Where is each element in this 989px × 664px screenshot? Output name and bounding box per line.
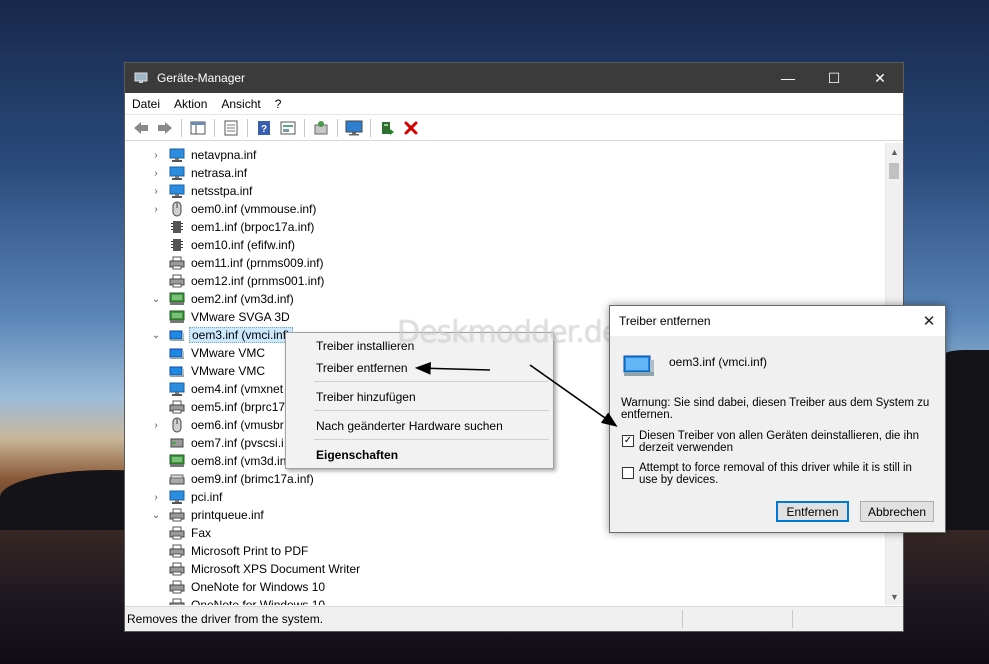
arrow-to-remove-driver (414, 361, 491, 375)
arrow-to-checkbox (529, 364, 618, 427)
annotation-arrows (414, 361, 618, 427)
